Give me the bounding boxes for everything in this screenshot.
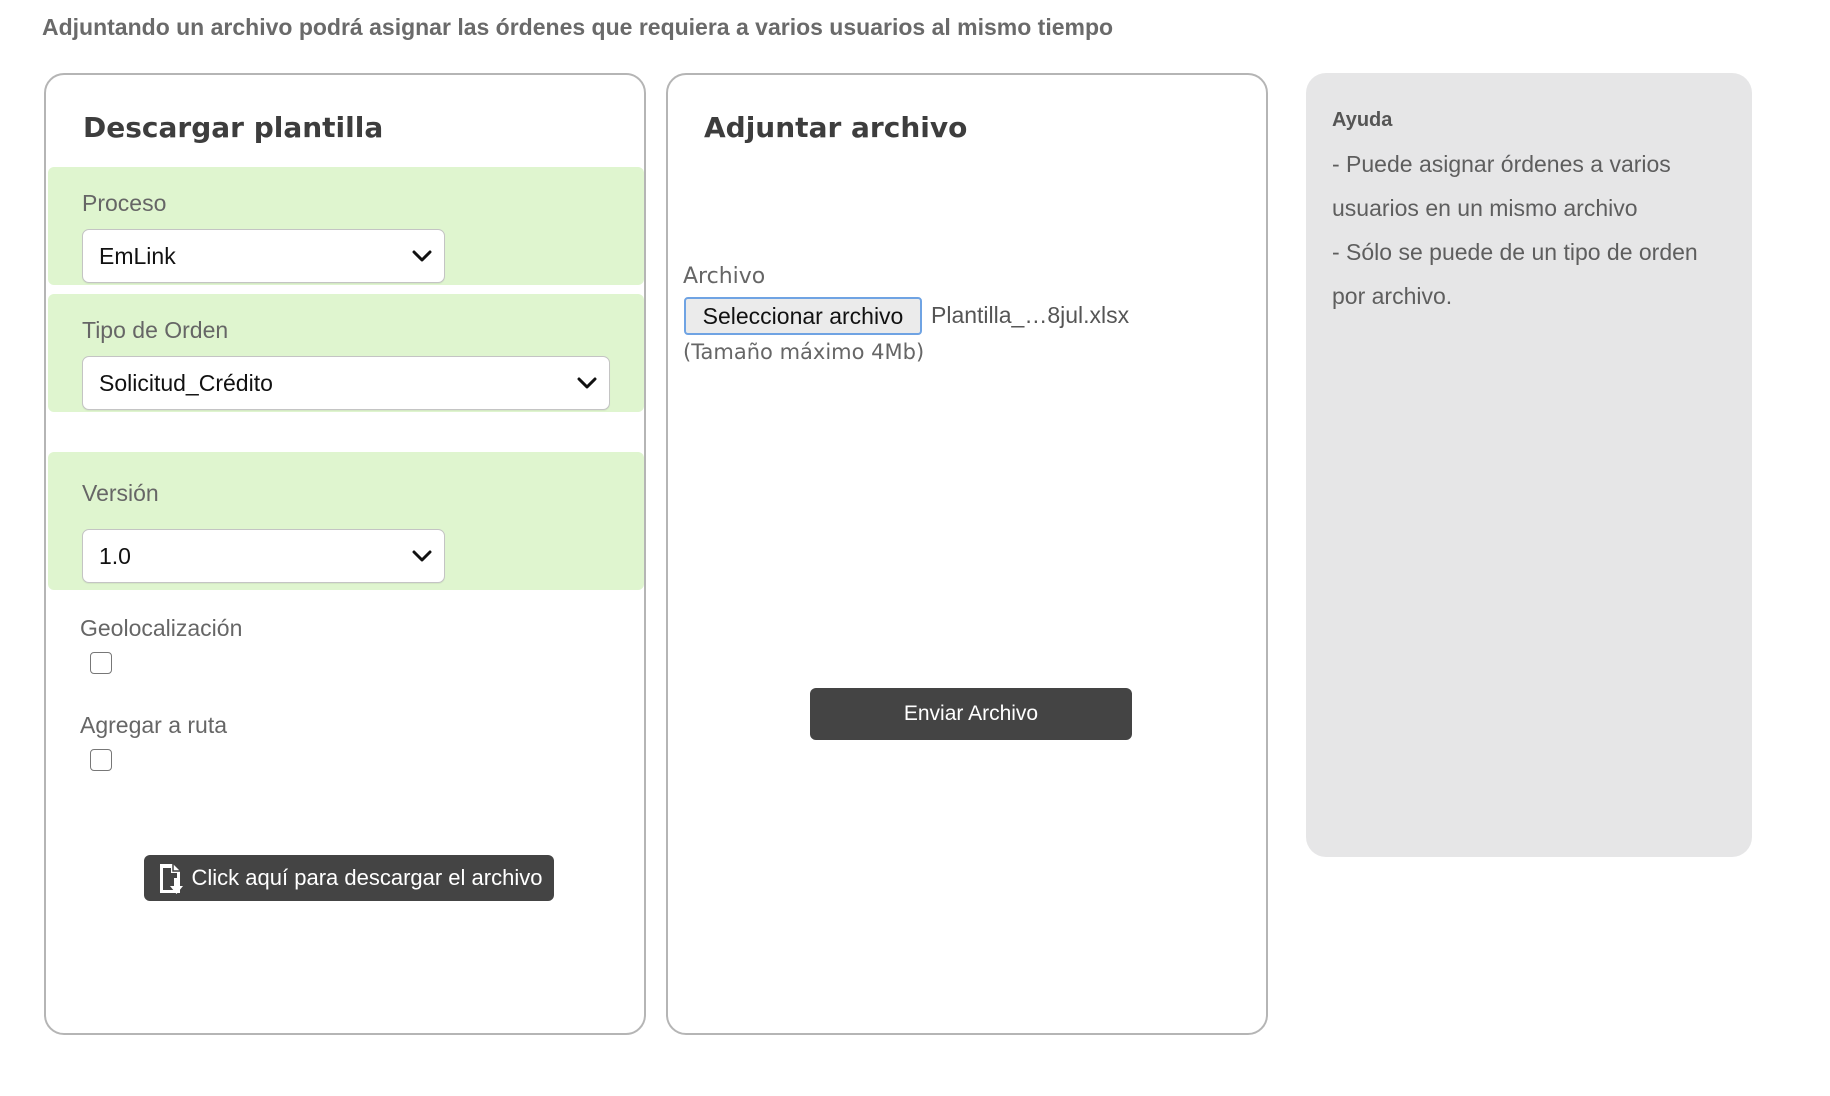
attach-panel-title: Adjuntar archivo	[704, 111, 968, 144]
proceso-select[interactable]: EmLink	[82, 229, 445, 283]
tipo-orden-value: Solicitud_Crédito	[99, 369, 273, 396]
help-line: - Sólo se puede de un tipo de orden	[1332, 239, 1698, 265]
proceso-value: EmLink	[99, 242, 176, 269]
file-size-hint: (Tamaño máximo 4Mb)	[683, 340, 925, 364]
help-line: usuarios en un mismo archivo	[1332, 195, 1638, 221]
file-label: Archivo	[683, 264, 766, 289]
help-panel: Ayuda - Puede asignar órdenes a varios u…	[1306, 73, 1752, 857]
help-line: por archivo.	[1332, 283, 1453, 309]
agregar-ruta-label: Agregar a ruta	[80, 712, 228, 738]
template-panel-title: Descargar plantilla	[83, 111, 384, 144]
version-group: Versión 1.0	[48, 452, 644, 590]
select-file-button[interactable]: Seleccionar archivo	[684, 297, 922, 335]
geolocalizacion-label: Geolocalización	[80, 615, 243, 641]
template-panel: Descargar plantilla Proceso EmLink Tipo …	[44, 73, 646, 1035]
geolocalizacion-checkbox[interactable]	[90, 652, 112, 674]
agregar-ruta-checkbox[interactable]	[90, 749, 112, 771]
chevron-down-icon	[412, 250, 432, 262]
proceso-group: Proceso EmLink	[48, 167, 644, 285]
version-select[interactable]: 1.0	[82, 529, 445, 583]
proceso-label: Proceso	[82, 190, 167, 216]
chevron-down-icon	[577, 377, 597, 389]
attach-panel: Adjuntar archivo Archivo Seleccionar arc…	[666, 73, 1268, 1035]
version-value: 1.0	[99, 542, 131, 569]
tipo-orden-select[interactable]: Solicitud_Crédito	[82, 356, 610, 410]
file-download-icon	[159, 864, 183, 894]
download-button-label: Click aquí para descargar el archivo	[191, 865, 543, 890]
help-line: - Puede asignar órdenes a varios	[1332, 151, 1671, 177]
intro-text: Adjuntando un archivo podrá asignar las …	[42, 14, 1114, 40]
download-template-button[interactable]: Click aquí para descargar el archivo	[144, 855, 554, 901]
version-label: Versión	[82, 480, 159, 506]
selected-file-name: Plantilla_…8jul.xlsx	[931, 302, 1130, 328]
tipo-orden-group: Tipo de Orden Solicitud_Crédito	[48, 294, 644, 412]
tipo-orden-label: Tipo de Orden	[82, 317, 229, 343]
send-file-button[interactable]: Enviar Archivo	[810, 688, 1132, 740]
chevron-down-icon	[412, 550, 432, 562]
help-title: Ayuda	[1332, 109, 1393, 131]
